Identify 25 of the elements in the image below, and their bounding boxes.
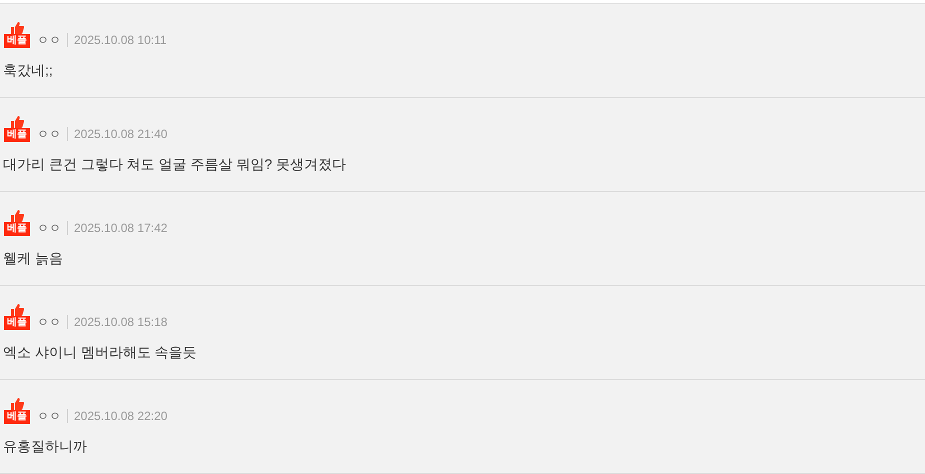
thumbs-up-icon: [10, 304, 24, 316]
best-badge: 베플: [4, 128, 30, 142]
thumbs-up-icon: [10, 398, 24, 410]
comment-text: 엑소 샤이니 멤버라해도 속을듯: [3, 343, 198, 362]
best-badge: 베플: [4, 410, 30, 424]
comment-text: 유홍질하니까: [3, 437, 88, 456]
comment-text: 대가리 큰건 그렇다 쳐도 얼굴 주름살 뭐임? 못생겨졌다: [3, 155, 348, 174]
comment-author: ㅇㅇ: [37, 32, 61, 48]
comment-date: 2025.10.08 22:20: [74, 408, 168, 424]
thumbs-up-icon: [10, 22, 24, 34]
best-badge: 베플: [4, 222, 30, 236]
comment-date: 2025.10.08 21:40: [74, 126, 168, 142]
comment-author: ㅇㅇ: [37, 314, 61, 330]
comment-date: 2025.10.08 10:11: [74, 32, 167, 48]
comment-author: ㅇㅇ: [37, 126, 61, 142]
best-badge: 베플: [4, 316, 30, 330]
comment-date: 2025.10.08 17:42: [74, 220, 168, 236]
best-badge: 베플: [4, 34, 30, 48]
comment-author: ㅇㅇ: [37, 220, 61, 236]
comment-author: ㅇㅇ: [37, 408, 61, 424]
comment-text: 웰케 늙음: [3, 249, 64, 268]
comment-text: 훅갔네;;: [3, 61, 54, 80]
thumbs-up-icon: [10, 116, 24, 128]
thumbs-up-icon: [10, 210, 24, 222]
comment-date: 2025.10.08 15:18: [74, 314, 168, 330]
